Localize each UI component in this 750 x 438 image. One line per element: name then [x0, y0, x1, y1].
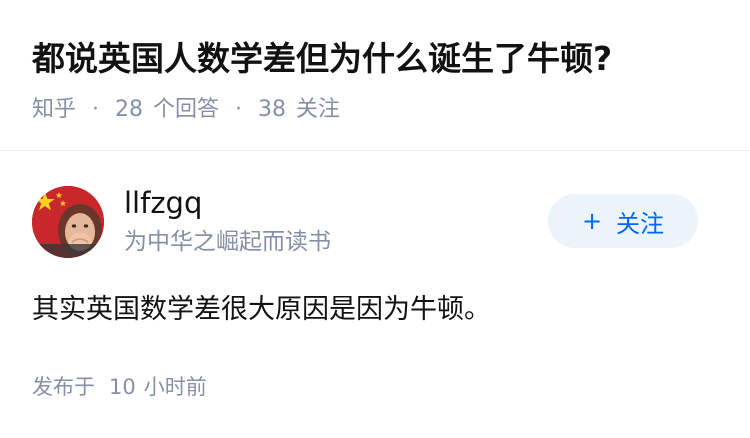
- meta-separator: ·: [235, 97, 243, 122]
- site-name[interactable]: 知乎: [32, 94, 76, 126]
- answer-content: 其实英国数学差很大原因是因为牛顿。: [32, 294, 491, 325]
- author-name[interactable]: llfzgq: [124, 185, 202, 221]
- avatar[interactable]: [32, 186, 104, 258]
- follow-button-label: 关注: [616, 209, 665, 238]
- follower-count-label: 关注: [296, 97, 341, 122]
- answer-count-label: 个回答: [153, 97, 220, 122]
- answer-count: 28: [115, 97, 144, 122]
- question-meta: 知乎 · 28 个回答 · 38 关注: [32, 94, 340, 126]
- question-title[interactable]: 都说英国人数学差但为什么诞生了牛顿?: [32, 36, 612, 82]
- answer-page: 都说英国人数学差但为什么诞生了牛顿? 知乎 · 28 个回答 · 38 关注 l…: [0, 0, 750, 438]
- answer-timestamp: 发布于 10 小时前: [32, 372, 207, 402]
- timestamp-prefix: 发布于: [32, 375, 95, 399]
- avatar-flag-icon: [32, 186, 104, 258]
- follower-count: 38: [258, 97, 287, 122]
- author-bio: 为中华之崛起而读书: [124, 229, 331, 255]
- meta-separator: ·: [92, 97, 100, 122]
- follow-button[interactable]: + 关注: [548, 194, 698, 248]
- plus-icon: +: [581, 207, 603, 235]
- timestamp-value: 10: [109, 375, 136, 399]
- question-header: 都说英国人数学差但为什么诞生了牛顿? 知乎 · 28 个回答 · 38 关注: [0, 0, 750, 150]
- author-info: llfzgq 为中华之崛起而读书 + 关注: [0, 151, 750, 271]
- timestamp-suffix: 小时前: [143, 375, 207, 399]
